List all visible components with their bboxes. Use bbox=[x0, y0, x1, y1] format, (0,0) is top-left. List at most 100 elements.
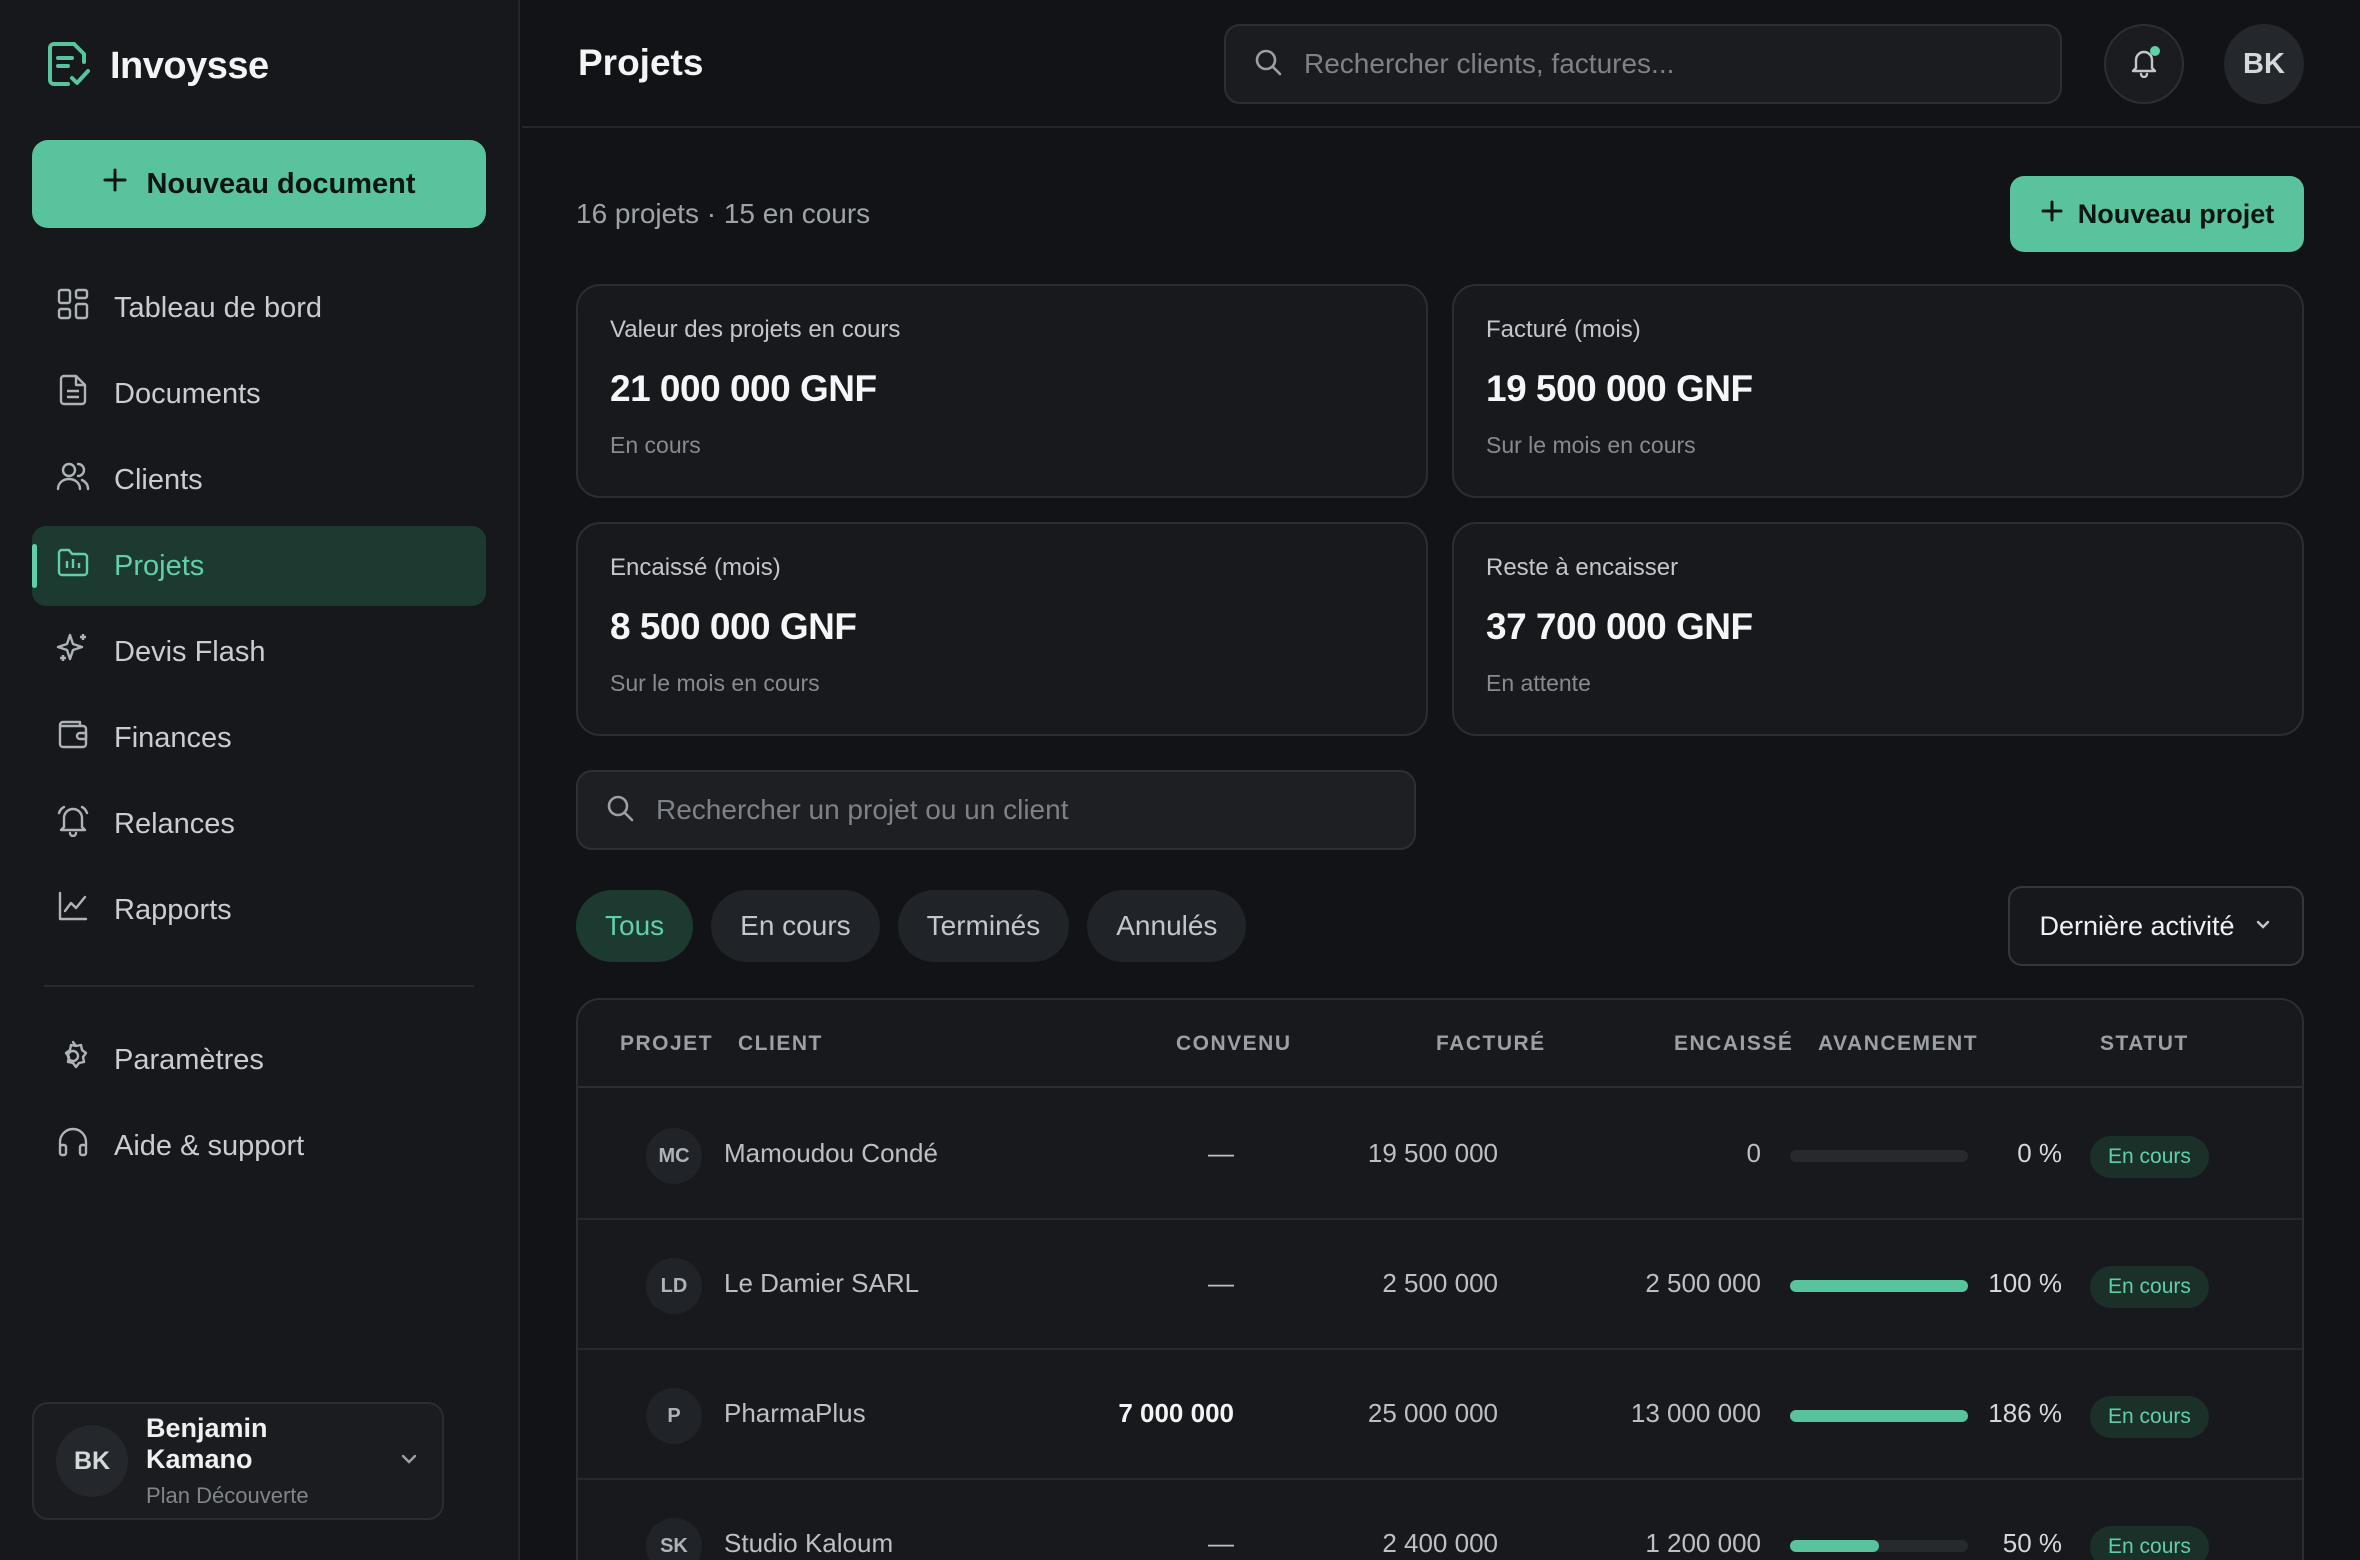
nav-label: Rapports bbox=[114, 893, 232, 926]
new-project-label: Nouveau projet bbox=[2077, 198, 2275, 229]
progress-label: 50 % bbox=[2002, 1528, 2062, 1558]
chevron-down-icon bbox=[398, 1448, 420, 1475]
users-icon bbox=[56, 459, 90, 501]
table-row[interactable]: SK Studio Kaloum — 2 400 000 1 200 000 5… bbox=[578, 1480, 2302, 1560]
stat-label: Reste à encaisser bbox=[1486, 554, 1679, 581]
stat-sub: En attente bbox=[1486, 670, 1591, 696]
nav-item-clients[interactable]: Clients bbox=[32, 440, 486, 520]
table-row[interactable]: P PharmaPlus 7 000 000 25 000 000 13 000… bbox=[578, 1350, 2302, 1480]
sort-label: Dernière activité bbox=[2039, 910, 2235, 941]
stat-value: 21 000 000 GNF bbox=[610, 368, 877, 409]
nav-label: Tableau de bord bbox=[114, 291, 322, 324]
filter-all[interactable]: Tous bbox=[576, 890, 694, 962]
projects-summary: 16 projets · 15 en cours bbox=[576, 198, 871, 229]
convenu-value: 7 000 000 bbox=[1118, 1398, 1234, 1428]
user-plan: Plan Découverte bbox=[146, 1483, 309, 1508]
status-filters: Tous En cours Terminés Annulés bbox=[576, 890, 1247, 962]
nav-label: Projets bbox=[114, 549, 205, 582]
col-projet[interactable]: PROJET bbox=[620, 1032, 713, 1056]
sparkle-icon bbox=[56, 631, 90, 673]
avatar: BK bbox=[56, 1425, 128, 1497]
col-encaisse[interactable]: ENCAISSÉ bbox=[1674, 1032, 1793, 1056]
progress-fill bbox=[1790, 1280, 1968, 1292]
encaisse-value: 13 000 000 bbox=[1630, 1398, 1761, 1428]
notification-dot bbox=[2150, 46, 2160, 56]
new-document-label: Nouveau document bbox=[146, 167, 416, 200]
filter-completed[interactable]: Terminés bbox=[897, 890, 1070, 962]
bell-icon bbox=[56, 803, 90, 845]
stat-card-ongoing-value: Valeur des projets en cours 21 000 000 G… bbox=[576, 284, 1428, 498]
col-client[interactable]: CLIENT bbox=[738, 1032, 823, 1056]
nav-item-settings[interactable]: Paramètres bbox=[32, 1020, 486, 1100]
progress-bar bbox=[1790, 1280, 1968, 1292]
search-icon bbox=[604, 792, 636, 829]
global-search[interactable] bbox=[1224, 24, 2062, 104]
new-project-button[interactable]: Nouveau projet bbox=[2010, 176, 2304, 252]
table-row[interactable]: MC Mamoudou Condé — 19 500 000 0 0 % En … bbox=[578, 1090, 2302, 1220]
notifications-button[interactable] bbox=[2104, 24, 2184, 104]
brand-name: Invoysse bbox=[110, 45, 269, 87]
progress-label: 186 % bbox=[1988, 1398, 2062, 1428]
document-icon bbox=[56, 373, 90, 415]
search-icon bbox=[1252, 46, 1284, 83]
topbar: Projets BK bbox=[522, 0, 2360, 128]
plus-icon bbox=[2040, 199, 2064, 230]
nav-label: Clients bbox=[114, 463, 203, 496]
stat-card-invoiced: Facturé (mois) 19 500 000 GNF Sur le moi… bbox=[1452, 284, 2304, 498]
nav-item-documents[interactable]: Documents bbox=[32, 354, 486, 434]
progress-bar bbox=[1790, 1410, 1968, 1422]
facture-value: 25 000 000 bbox=[1367, 1398, 1498, 1428]
nav-label: Devis Flash bbox=[114, 635, 266, 668]
stat-value: 37 700 000 GNF bbox=[1486, 606, 1753, 647]
user-name: Benjamin Kamano bbox=[146, 1413, 268, 1474]
nav-item-finances[interactable]: Finances bbox=[32, 698, 486, 778]
folder-icon bbox=[56, 545, 90, 587]
profile-avatar[interactable]: BK bbox=[2224, 24, 2304, 104]
nav-item-projects[interactable]: Projets bbox=[32, 526, 486, 606]
project-search-input[interactable] bbox=[656, 794, 1414, 826]
client-name: PharmaPlus bbox=[724, 1398, 866, 1428]
nav-item-devis-flash[interactable]: Devis Flash bbox=[32, 612, 486, 692]
col-facture[interactable]: FACTURÉ bbox=[1436, 1032, 1546, 1056]
nav-item-dashboard[interactable]: Tableau de bord bbox=[32, 268, 486, 348]
nav-item-relances[interactable]: Relances bbox=[32, 784, 486, 864]
progress-fill bbox=[1790, 1540, 1879, 1552]
nav-label: Finances bbox=[114, 721, 232, 754]
brand[interactable]: Invoysse bbox=[42, 38, 269, 95]
sort-select[interactable]: Dernière activité bbox=[2008, 886, 2304, 966]
nav-item-support[interactable]: Aide & support bbox=[32, 1106, 486, 1186]
dashboard-icon bbox=[56, 287, 90, 329]
progress-label: 0 % bbox=[2017, 1138, 2062, 1168]
stat-label: Valeur des projets en cours bbox=[610, 316, 901, 343]
table-row[interactable]: LD Le Damier SARL — 2 500 000 2 500 000 … bbox=[578, 1220, 2302, 1350]
nav-label: Documents bbox=[114, 377, 261, 410]
filter-cancelled[interactable]: Annulés bbox=[1087, 890, 1247, 962]
main-nav: Tableau de bord Documents Clients Projet… bbox=[32, 268, 486, 956]
stat-sub: En cours bbox=[610, 432, 701, 458]
user-card[interactable]: BK Benjamin Kamano Plan Découverte bbox=[32, 1402, 444, 1520]
headset-icon bbox=[56, 1125, 90, 1167]
table-header: PROJET CLIENT CONVENU FACTURÉ ENCAISSÉ A… bbox=[578, 1000, 2302, 1088]
status-badge: En cours bbox=[2090, 1136, 2209, 1178]
stat-sub: Sur le mois en cours bbox=[1486, 432, 1696, 458]
stat-label: Encaissé (mois) bbox=[610, 554, 781, 581]
facture-value: 19 500 000 bbox=[1367, 1138, 1498, 1168]
col-convenu[interactable]: CONVENU bbox=[1176, 1032, 1292, 1056]
encaisse-value: 2 500 000 bbox=[1645, 1268, 1761, 1298]
col-statut[interactable]: STATUT bbox=[2100, 1032, 2189, 1056]
sidebar: Invoysse Nouveau document Tableau de bor… bbox=[0, 0, 520, 1560]
status-badge: En cours bbox=[2090, 1396, 2209, 1438]
plus-icon bbox=[102, 167, 128, 201]
client-initials: MC bbox=[646, 1128, 702, 1184]
encaisse-value: 0 bbox=[1746, 1138, 1761, 1168]
project-search[interactable] bbox=[576, 770, 1416, 850]
global-search-input[interactable] bbox=[1304, 48, 2060, 80]
client-name: Le Damier SARL bbox=[724, 1268, 920, 1298]
stat-value: 19 500 000 GNF bbox=[1486, 368, 1753, 409]
nav-label: Paramètres bbox=[114, 1043, 264, 1076]
col-avancement[interactable]: AVANCEMENT bbox=[1818, 1032, 1978, 1056]
filter-ongoing[interactable]: En cours bbox=[711, 890, 880, 962]
nav-item-rapports[interactable]: Rapports bbox=[32, 870, 486, 950]
facture-value: 2 500 000 bbox=[1382, 1268, 1498, 1298]
new-document-button[interactable]: Nouveau document bbox=[32, 140, 486, 228]
